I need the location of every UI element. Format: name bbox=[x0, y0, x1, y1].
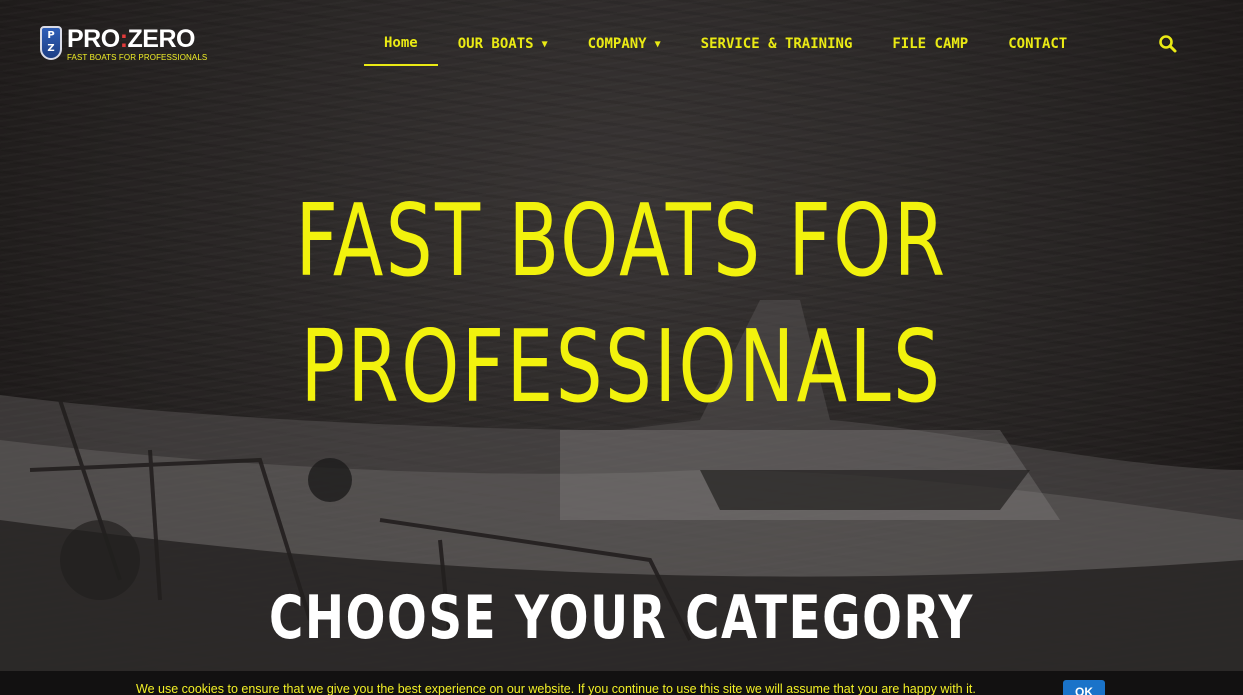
logo-wordmark: PRO:ZERO bbox=[67, 24, 195, 54]
hero-title: FAST BOATS FOR PROFESSIONALS bbox=[112, 178, 1131, 430]
nav-item-file-camp[interactable]: FILE CAMP bbox=[872, 22, 988, 66]
section-title: CHOOSE YOUR CATEGORY bbox=[269, 583, 974, 653]
logo-name-right: ZERO bbox=[127, 25, 196, 53]
logo-separator: : bbox=[119, 25, 128, 53]
nav-item-home[interactable]: Home bbox=[364, 22, 438, 66]
nav-item-label: SERVICE & TRAINING bbox=[700, 36, 853, 52]
search-icon[interactable] bbox=[1158, 34, 1178, 54]
nav-item-label: FILE CAMP bbox=[892, 36, 969, 52]
cookie-notice-text: We use cookies to ensure that we give yo… bbox=[136, 682, 976, 695]
site-header: P Z PRO:ZERO FAST BOATS FOR PROFESSIONAL… bbox=[0, 0, 1243, 90]
site-logo[interactable]: P Z PRO:ZERO FAST BOATS FOR PROFESSIONAL… bbox=[40, 24, 210, 66]
main-nav: Home OUR BOATS ▼ COMPANY ▼ SERVICE & TRA… bbox=[364, 22, 1087, 66]
nav-item-company[interactable]: COMPANY ▼ bbox=[568, 22, 681, 66]
nav-item-service-training[interactable]: SERVICE & TRAINING bbox=[681, 22, 873, 66]
caret-down-icon: ▼ bbox=[541, 38, 548, 50]
cookie-ok-button[interactable]: OK bbox=[1063, 680, 1105, 695]
nav-item-label: OUR BOATS bbox=[457, 36, 534, 52]
nav-item-our-boats[interactable]: OUR BOATS ▼ bbox=[438, 22, 568, 66]
logo-name-left: PRO bbox=[67, 25, 120, 53]
nav-item-label: COMPANY bbox=[587, 36, 647, 52]
hero-title-line1: FAST BOATS FOR bbox=[295, 182, 948, 299]
nav-item-label: CONTACT bbox=[1008, 36, 1068, 52]
caret-down-icon: ▼ bbox=[654, 38, 661, 50]
nav-item-label: Home bbox=[384, 35, 418, 51]
nav-item-contact[interactable]: CONTACT bbox=[988, 22, 1087, 66]
logo-shield-icon: P Z bbox=[40, 26, 62, 60]
hero-title-line2: PROFESSIONALS bbox=[300, 308, 943, 425]
logo-tagline: FAST BOATS FOR PROFESSIONALS bbox=[67, 53, 208, 62]
cookie-bar: We use cookies to ensure that we give yo… bbox=[0, 671, 1243, 695]
